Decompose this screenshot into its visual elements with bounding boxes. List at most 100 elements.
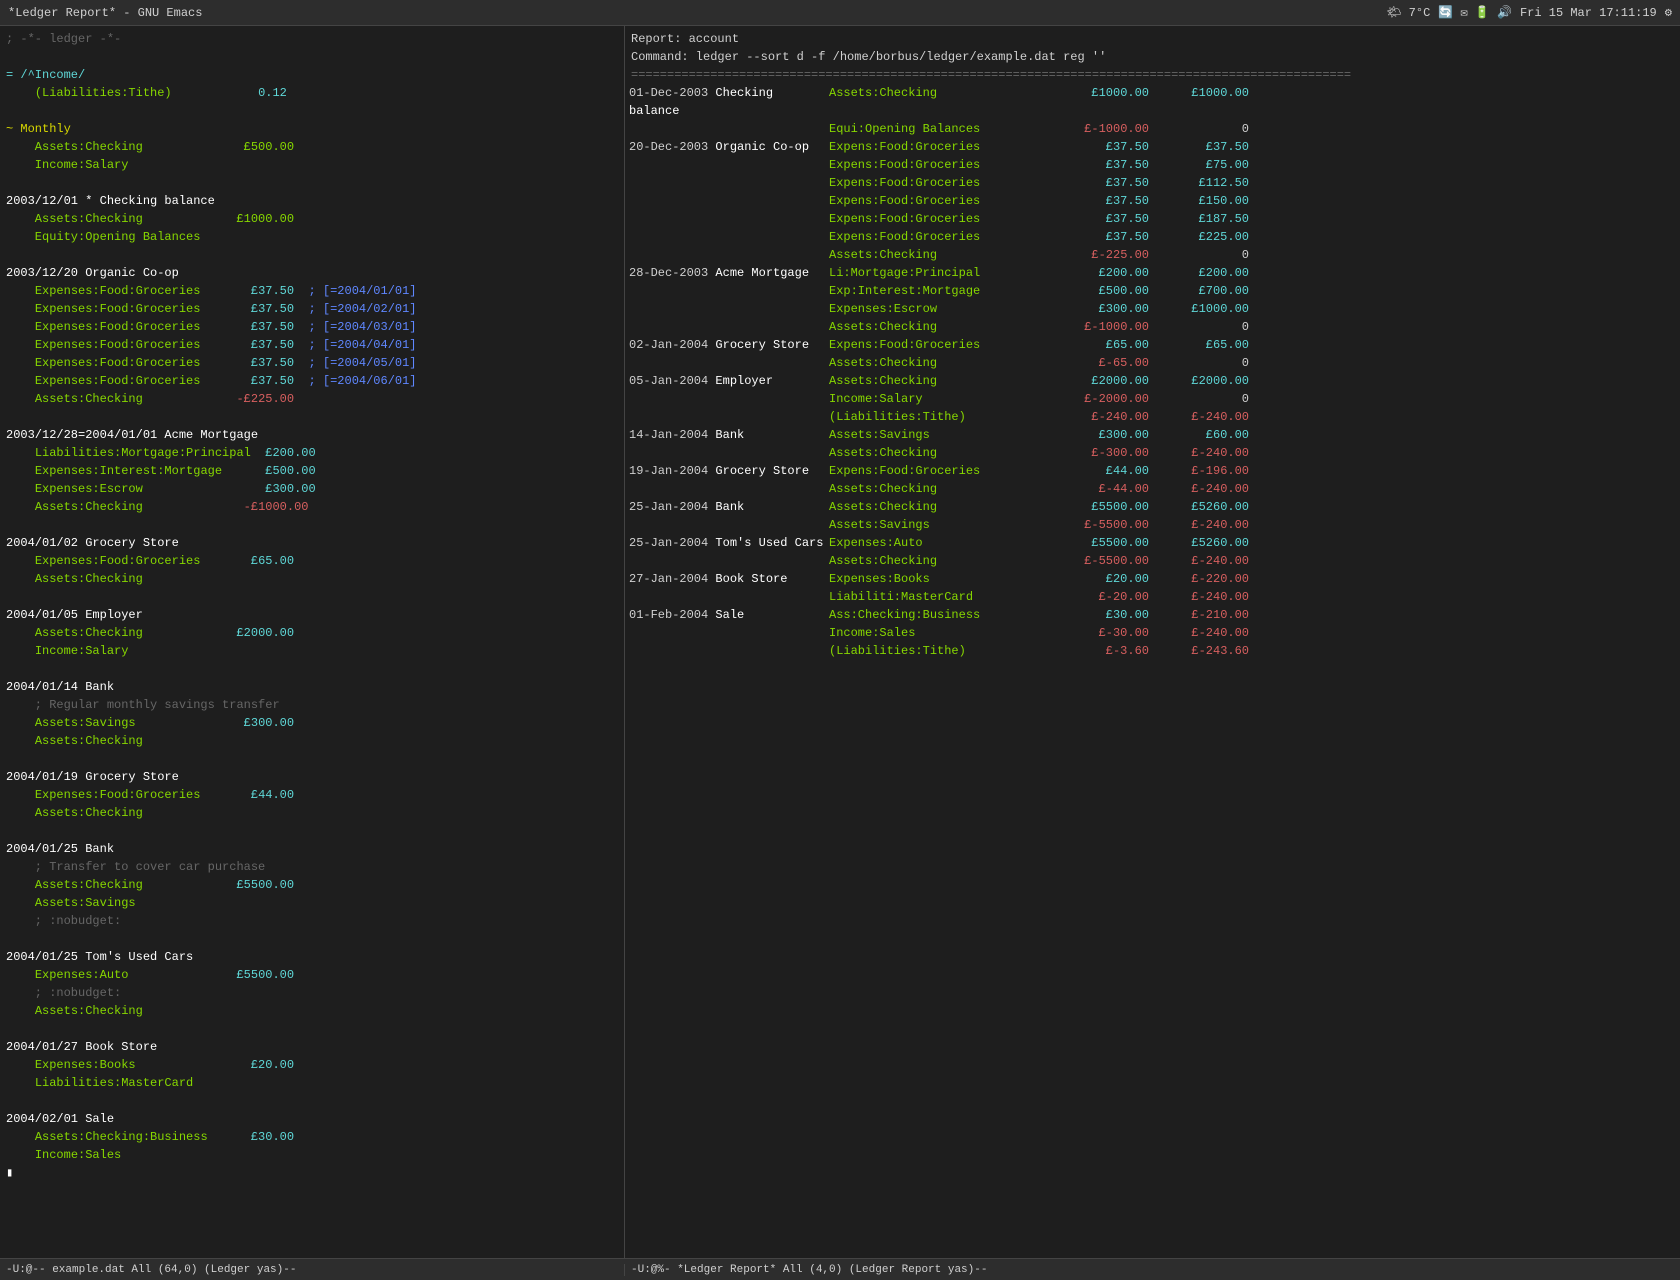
report-row: Income:Sales£-30.00£-240.00 (625, 624, 1680, 642)
left-pane[interactable]: ; -*- ledger -*- = /^Income/ (Liabilitie… (0, 26, 625, 1258)
left-line: Income:Sales (0, 1146, 624, 1164)
left-line: Assets:Savings (0, 894, 624, 912)
report-row: Expens:Food:Groceries£37.50£112.50 (625, 174, 1680, 192)
left-line: 2004/01/25 Bank (0, 840, 624, 858)
left-line: ; Transfer to cover car purchase (0, 858, 624, 876)
left-line: Expenses:Food:Groceries £37.50 ; [=2004/… (0, 282, 624, 300)
left-line: 2004/01/25 Tom's Used Cars (0, 948, 624, 966)
left-line: Assets:Checking £2000.00 (0, 624, 624, 642)
left-line: Assets:Checking (0, 1002, 624, 1020)
report-row: (Liabilities:Tithe)£-3.60£-243.60 (625, 642, 1680, 660)
left-line: 2004/01/05 Employer (0, 606, 624, 624)
left-line (0, 408, 624, 426)
left-line: Assets:Checking £500.00 (0, 138, 624, 156)
left-line (0, 48, 624, 66)
left-line: Expenses:Interest:Mortgage £500.00 (0, 462, 624, 480)
left-line: (Liabilities:Tithe) 0.12 (0, 84, 624, 102)
report-row: Assets:Checking£-225.000 (625, 246, 1680, 264)
report-row: Expens:Food:Groceries£37.50£225.00 (625, 228, 1680, 246)
titlebar: *Ledger Report* - GNU Emacs 🌤 7°C 🔄 ✉ 🔋 … (0, 0, 1680, 26)
report-row: Assets:Checking£-65.000 (625, 354, 1680, 372)
titlebar-title: *Ledger Report* - GNU Emacs (8, 6, 202, 20)
left-line (0, 750, 624, 768)
left-line: Income:Salary (0, 156, 624, 174)
left-line (0, 1020, 624, 1038)
left-line: Income:Salary (0, 642, 624, 660)
report-header-line: Command: ledger --sort d -f /home/borbus… (625, 48, 1680, 66)
left-line: Assets:Checking £5500.00 (0, 876, 624, 894)
left-line: Expenses:Food:Groceries £65.00 (0, 552, 624, 570)
report-row: Exp:Interest:Mortgage£500.00£700.00 (625, 282, 1680, 300)
left-line: Expenses:Escrow £300.00 (0, 480, 624, 498)
left-line: ; -*- ledger -*- (0, 30, 624, 48)
statusbar: -U:@-- example.dat All (64,0) (Ledger ya… (0, 1258, 1680, 1280)
report-row: Expens:Food:Groceries£37.50£75.00 (625, 156, 1680, 174)
left-line (0, 822, 624, 840)
left-line: Assets:Savings £300.00 (0, 714, 624, 732)
left-line: ; Regular monthly savings transfer (0, 696, 624, 714)
left-line: ; :nobudget: (0, 984, 624, 1002)
report-header-line: Report: account (625, 30, 1680, 48)
status-left: -U:@-- example.dat All (64,0) (Ledger ya… (0, 1264, 625, 1276)
report-row: 28-Dec-2003 Acme MortgageLi:Mortgage:Pri… (625, 264, 1680, 282)
left-line: Expenses:Food:Groceries £44.00 (0, 786, 624, 804)
report-row: 01-Dec-2003 Checking balanceAssets:Check… (625, 84, 1680, 120)
report-row: 25-Jan-2004 BankAssets:Checking£5500.00£… (625, 498, 1680, 516)
left-line: 2004/01/27 Book Store (0, 1038, 624, 1056)
left-line (0, 1092, 624, 1110)
report-row: Liabiliti:MasterCard£-20.00£-240.00 (625, 588, 1680, 606)
left-line: Expenses:Food:Groceries £37.50 ; [=2004/… (0, 300, 624, 318)
report-row: Assets:Savings£-5500.00£-240.00 (625, 516, 1680, 534)
left-line: Liabilities:MasterCard (0, 1074, 624, 1092)
left-line: ; :nobudget: (0, 912, 624, 930)
right-pane[interactable]: Report: accountCommand: ledger --sort d … (625, 26, 1680, 1258)
left-line: Liabilities:Mortgage:Principal £200.00 (0, 444, 624, 462)
left-line: Expenses:Auto £5500.00 (0, 966, 624, 984)
report-row: 01-Feb-2004 SaleAss:Checking:Business£30… (625, 606, 1680, 624)
report-row: 02-Jan-2004 Grocery StoreExpens:Food:Gro… (625, 336, 1680, 354)
left-line (0, 588, 624, 606)
report-row: 05-Jan-2004 EmployerAssets:Checking£2000… (625, 372, 1680, 390)
report-row: Expens:Food:Groceries£37.50£187.50 (625, 210, 1680, 228)
weather-display: 🌤 7°C (1386, 5, 1430, 20)
report-row: 19-Jan-2004 Grocery StoreExpens:Food:Gro… (625, 462, 1680, 480)
report-divider: ========================================… (625, 66, 1680, 84)
left-line: Expenses:Food:Groceries £37.50 ; [=2004/… (0, 336, 624, 354)
report-row: Expenses:Escrow£300.00£1000.00 (625, 300, 1680, 318)
left-line: Assets:Checking £1000.00 (0, 210, 624, 228)
right-content: Report: accountCommand: ledger --sort d … (625, 30, 1680, 660)
left-line: Assets:Checking -£225.00 (0, 390, 624, 408)
left-line: 2004/02/01 Sale (0, 1110, 624, 1128)
left-line: 2004/01/19 Grocery Store (0, 768, 624, 786)
left-line (0, 930, 624, 948)
report-row: (Liabilities:Tithe)£-240.00£-240.00 (625, 408, 1680, 426)
system-icons: 🔄 ✉ 🔋 🔊 (1438, 5, 1512, 20)
report-row: 27-Jan-2004 Book StoreExpenses:Books£20.… (625, 570, 1680, 588)
left-line: Expenses:Food:Groceries £37.50 ; [=2004/… (0, 354, 624, 372)
titlebar-right: 🌤 7°C 🔄 ✉ 🔋 🔊 Fri 15 Mar 17:11:19 ⚙ (1386, 5, 1672, 20)
report-row: Equi:Opening Balances£-1000.000 (625, 120, 1680, 138)
left-line: Assets:Checking (0, 804, 624, 822)
report-row: Assets:Checking£-44.00£-240.00 (625, 480, 1680, 498)
left-line: 2004/01/02 Grocery Store (0, 534, 624, 552)
left-line: 2003/12/28=2004/01/01 Acme Mortgage (0, 426, 624, 444)
report-row: 25-Jan-2004 Tom's Used CarsExpenses:Auto… (625, 534, 1680, 552)
left-line: Assets:Checking:Business £30.00 (0, 1128, 624, 1146)
report-row: 20-Dec-2003 Organic Co-opExpens:Food:Gro… (625, 138, 1680, 156)
left-line: Assets:Checking (0, 570, 624, 588)
left-line: Expenses:Food:Groceries £37.50 ; [=2004/… (0, 372, 624, 390)
settings-icon[interactable]: ⚙ (1665, 5, 1672, 20)
status-right: -U:@%- *Ledger Report* All (4,0) (Ledger… (625, 1264, 1680, 1276)
report-row: Expens:Food:Groceries£37.50£150.00 (625, 192, 1680, 210)
left-line: 2004/01/14 Bank (0, 678, 624, 696)
left-line: Expenses:Food:Groceries £37.50 ; [=2004/… (0, 318, 624, 336)
left-line: 2003/12/01 * Checking balance (0, 192, 624, 210)
left-line (0, 174, 624, 192)
left-line (0, 660, 624, 678)
left-line: = /^Income/ (0, 66, 624, 84)
left-content: ; -*- ledger -*- = /^Income/ (Liabilitie… (0, 30, 624, 1182)
left-line: ▮ (0, 1164, 624, 1182)
left-line (0, 102, 624, 120)
left-line (0, 246, 624, 264)
report-row: Income:Salary£-2000.000 (625, 390, 1680, 408)
